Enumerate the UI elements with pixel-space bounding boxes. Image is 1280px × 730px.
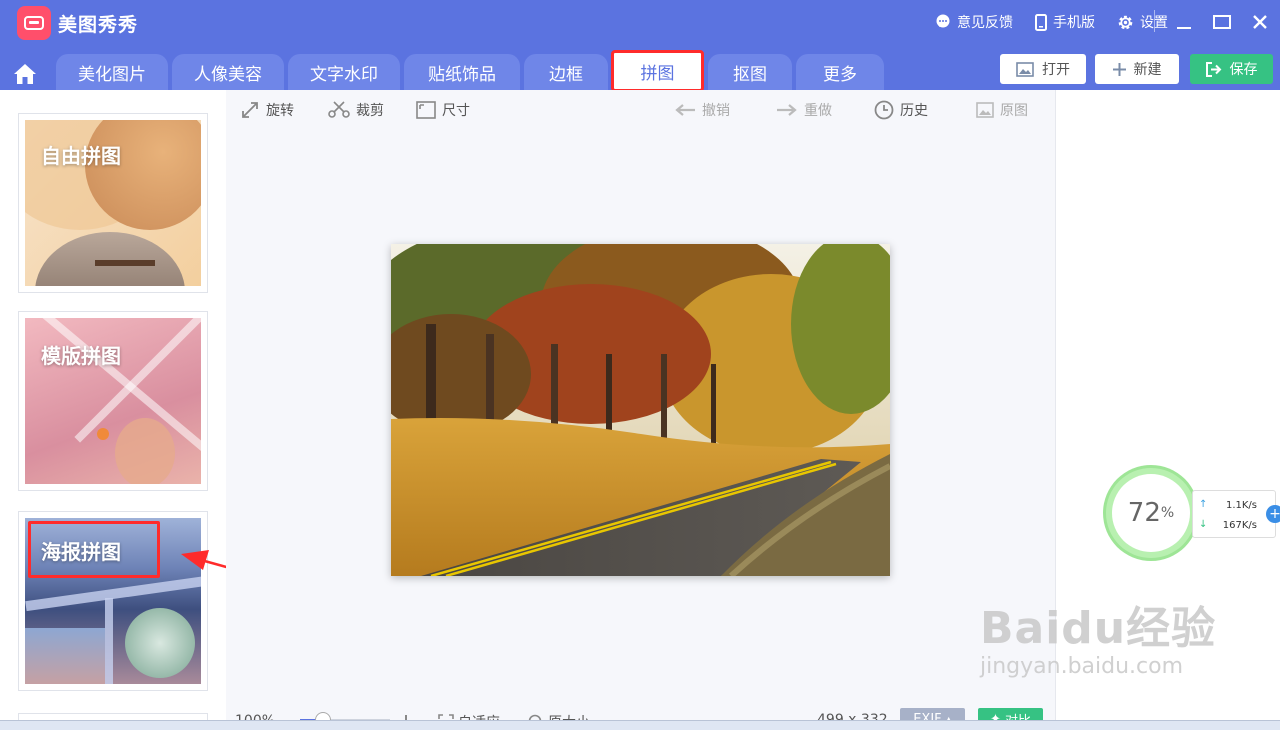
speed-readout: ↑ 1.1K/s ↓ 167K/s xyxy=(1192,490,1276,538)
chat-icon xyxy=(936,14,950,28)
feedback-label: 意见反馈 xyxy=(957,15,1013,31)
arrow-left-icon xyxy=(675,104,695,116)
mobile-button[interactable]: 手机版 xyxy=(1035,12,1095,32)
download-speed: 167K/s xyxy=(1222,520,1257,531)
tab-collage[interactable]: 拼图 xyxy=(611,50,704,92)
new-button[interactable]: 新建 xyxy=(1095,54,1179,84)
original-label: 原图 xyxy=(1000,103,1028,119)
original-button[interactable]: 原图 xyxy=(976,100,1028,120)
size-button[interactable]: 尺寸 xyxy=(416,100,470,120)
image-icon xyxy=(1016,61,1034,77)
tab-cutout[interactable]: 抠图 xyxy=(708,54,792,90)
app-logo-icon xyxy=(17,6,51,40)
new-label: 新建 xyxy=(1133,62,1162,78)
maximize-icon xyxy=(1213,15,1231,29)
redo-label: 重做 xyxy=(804,103,832,119)
tab-beautify[interactable]: 美化图片 xyxy=(56,54,168,90)
baidu-watermark: Baidu经验 jingyan.baidu.com xyxy=(980,592,1216,679)
tab-text-watermark[interactable]: 文字水印 xyxy=(288,54,400,90)
watermark-brand: Baidu经验 xyxy=(980,603,1217,654)
edited-photo[interactable] xyxy=(391,244,890,576)
template-collage-card[interactable]: 模版拼图 xyxy=(18,311,208,491)
arrow-right-icon xyxy=(777,104,797,116)
os-taskbar xyxy=(0,720,1280,730)
phone-icon xyxy=(1035,13,1047,31)
image-icon xyxy=(976,102,994,118)
home-icon[interactable] xyxy=(12,62,38,86)
maximize-button[interactable] xyxy=(1212,12,1232,32)
upload-arrow-icon: ↑ xyxy=(1199,499,1208,510)
tab-portrait[interactable]: 人像美容 xyxy=(172,54,284,90)
minimize-button[interactable] xyxy=(1174,12,1194,32)
scissors-icon xyxy=(328,101,350,118)
title-bar: 美图秀秀 意见反馈 手机版 设置 xyxy=(0,0,1280,46)
rotate-icon xyxy=(242,102,258,118)
close-icon xyxy=(1253,15,1267,29)
tab-stickers[interactable]: 贴纸饰品 xyxy=(404,54,520,90)
save-label: 保存 xyxy=(1229,62,1258,78)
size-label: 尺寸 xyxy=(442,103,470,119)
free-collage-card[interactable]: 自由拼图 xyxy=(18,113,208,293)
crop-label: 裁剪 xyxy=(356,103,384,119)
rotate-button[interactable]: 旋转 xyxy=(240,100,294,120)
memory-percent: 72 xyxy=(1127,498,1161,528)
close-button[interactable] xyxy=(1250,12,1270,32)
download-arrow-icon: ↓ xyxy=(1199,519,1208,530)
history-button[interactable]: 历史 xyxy=(874,100,928,120)
network-speed-gauge[interactable]: 72% xyxy=(1112,474,1190,552)
tab-border[interactable]: 边框 xyxy=(524,54,608,90)
undo-label: 撤销 xyxy=(702,103,730,119)
save-button[interactable]: 保存 xyxy=(1190,54,1273,84)
divider xyxy=(1154,10,1155,32)
crop-button[interactable]: 裁剪 xyxy=(328,100,384,120)
export-icon xyxy=(1205,61,1221,77)
undo-button[interactable]: 撤销 xyxy=(674,100,730,120)
canvas-area: 旋转 裁剪 尺寸 撤销 重做 历史 原图 EXIF ▲ ✦ xyxy=(226,90,1055,730)
settings-button[interactable]: 设置 xyxy=(1117,12,1168,32)
autumn-road-image xyxy=(391,244,890,576)
resize-icon xyxy=(416,101,436,119)
plus-icon xyxy=(1112,62,1126,76)
clock-icon xyxy=(874,100,894,120)
percent-sign: % xyxy=(1160,505,1175,521)
mobile-label: 手机版 xyxy=(1053,15,1095,31)
template-collage-label: 模版拼图 xyxy=(41,344,121,368)
open-label: 打开 xyxy=(1042,62,1070,78)
rotate-label: 旋转 xyxy=(266,103,294,119)
redo-button[interactable]: 重做 xyxy=(776,100,832,120)
app-name: 美图秀秀 xyxy=(58,14,139,36)
gear-icon xyxy=(1118,15,1133,29)
tab-bar: 美化图片 人像美容 文字水印 贴纸饰品 边框 拼图 抠图 更多 打开 新建 保存 xyxy=(0,46,1280,92)
open-button[interactable]: 打开 xyxy=(1000,54,1086,84)
tab-more[interactable]: 更多 xyxy=(796,54,884,90)
minimize-icon xyxy=(1177,27,1191,29)
upload-speed: 1.1K/s xyxy=(1225,500,1257,511)
expand-plus-icon[interactable]: + xyxy=(1266,505,1280,523)
watermark-url: jingyan.baidu.com xyxy=(980,654,1184,679)
history-label: 历史 xyxy=(900,103,928,119)
free-collage-label: 自由拼图 xyxy=(41,144,121,168)
feedback-button[interactable]: 意见反馈 xyxy=(935,12,1013,32)
annotation-highlight-box xyxy=(28,521,160,578)
